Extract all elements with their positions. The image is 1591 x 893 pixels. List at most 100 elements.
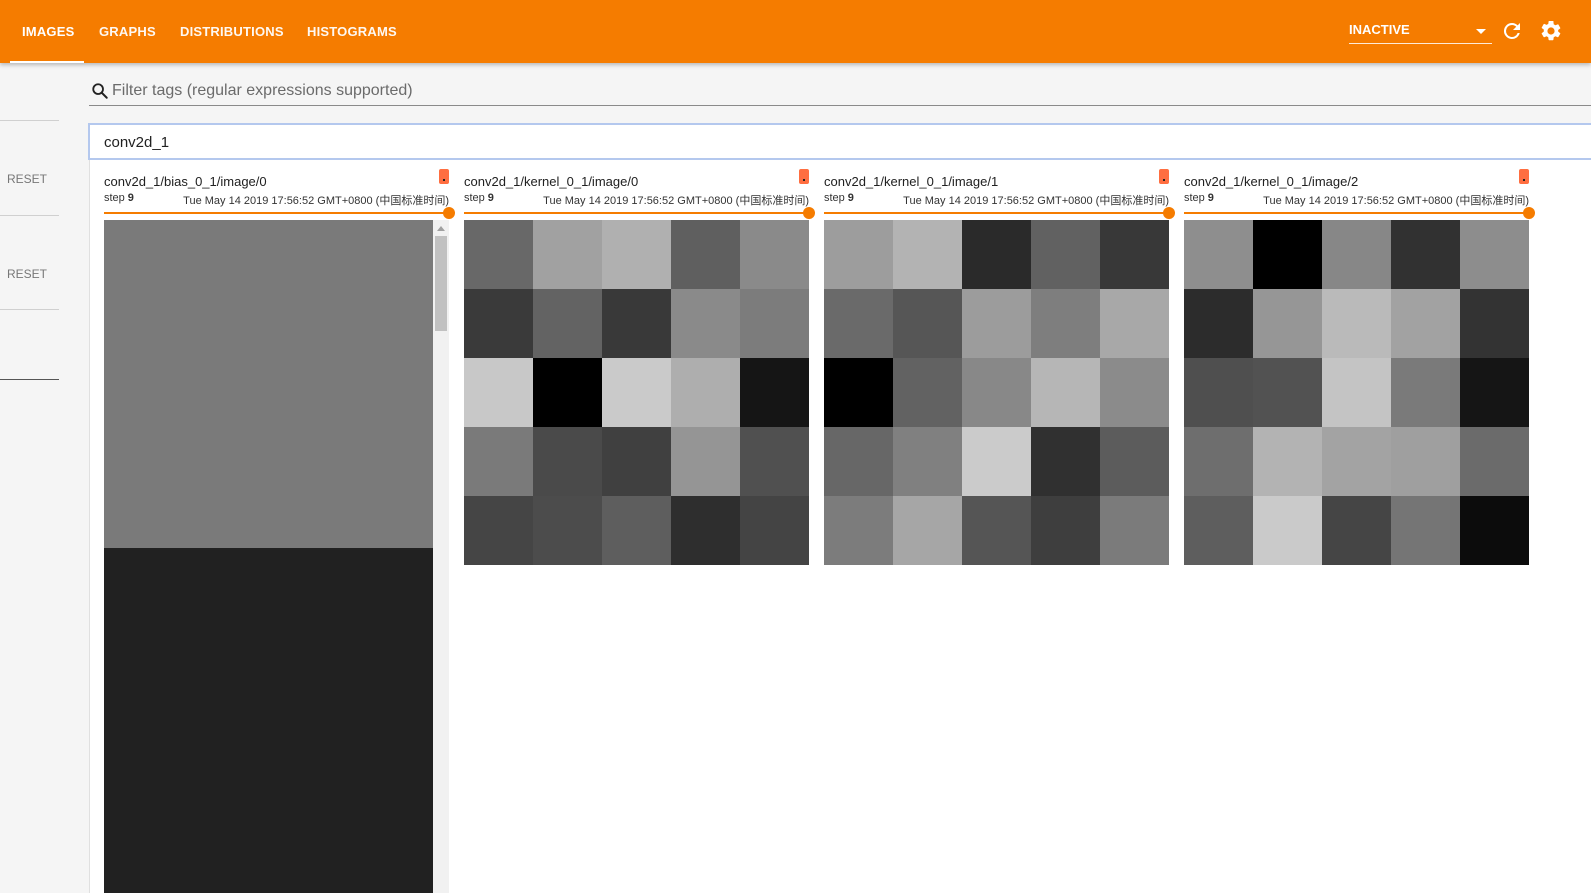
step-label: step 9 (824, 192, 854, 204)
image-pixel (671, 427, 740, 496)
scroll-up-arrow-icon[interactable] (437, 226, 445, 231)
tab-graphs[interactable]: GRAPHS (99, 0, 156, 63)
image-pixel (1100, 358, 1169, 427)
image-pixel (1391, 496, 1460, 565)
reload-button[interactable] (1500, 19, 1524, 43)
settings-button[interactable] (1539, 19, 1563, 43)
refresh-icon (1503, 22, 1520, 39)
image-tag: conv2d_1/kernel_0_1/image/1 (824, 174, 999, 189)
step-slider-track[interactable] (464, 212, 809, 214)
image-pixel (1322, 496, 1391, 565)
image-pixel (1253, 358, 1322, 427)
image-pixel (893, 289, 962, 358)
image-pixel (824, 358, 893, 427)
step-slider-knob[interactable] (1523, 207, 1535, 219)
image-pixel (962, 289, 1031, 358)
image-pixel (1460, 289, 1529, 358)
image-pixel (893, 358, 962, 427)
image-pixel (1322, 427, 1391, 496)
timestamp: Tue May 14 2019 17:56:52 GMT+0800 (中国标准时… (1263, 195, 1529, 207)
tab-distributions[interactable]: DISTRIBUTIONS (180, 0, 284, 63)
step-slider-track[interactable] (104, 212, 449, 214)
image-pixel (1031, 289, 1100, 358)
image-pixel (1460, 358, 1529, 427)
image-pixel (1100, 427, 1169, 496)
image-pixel-block (104, 220, 433, 548)
image-pixel (1460, 496, 1529, 565)
image-pixel (893, 496, 962, 565)
reset-button[interactable]: RESET (7, 172, 47, 186)
image-pixel (464, 496, 533, 565)
timestamp: Tue May 14 2019 17:56:52 GMT+0800 (中国标准时… (543, 195, 809, 207)
image-pixel (671, 289, 740, 358)
image-pixel (1322, 289, 1391, 358)
actual-size-toggle-icon[interactable] (799, 169, 809, 184)
image-pixel (893, 220, 962, 289)
step-slider-knob[interactable] (803, 207, 815, 219)
image-content (1184, 220, 1529, 565)
image-pixel (1184, 358, 1253, 427)
image-pixel (602, 427, 671, 496)
sidebar-divider (0, 309, 59, 310)
image-pixel (464, 289, 533, 358)
image-pixel (1100, 289, 1169, 358)
step-slider-track[interactable] (824, 212, 1169, 214)
image-pixel (962, 220, 1031, 289)
image-pixel (1253, 220, 1322, 289)
image-pixel (740, 220, 809, 289)
image-pixel (1031, 220, 1100, 289)
inactive-dashboards-dropdown[interactable]: INACTIVE (1349, 18, 1492, 44)
tag-filter-bar (89, 63, 1591, 106)
image-pixel (1391, 289, 1460, 358)
reset-button[interactable]: RESET (7, 267, 47, 281)
image-content (824, 220, 1169, 565)
tag-group-header[interactable]: conv2d_1 (88, 123, 1591, 160)
search-icon (92, 83, 108, 99)
image-pixel (1391, 220, 1460, 289)
image-pixel (1184, 427, 1253, 496)
image-pixel (1184, 220, 1253, 289)
image-pixel (824, 496, 893, 565)
tag-filter-input[interactable] (112, 80, 1212, 102)
image-pixel (464, 427, 533, 496)
step-slider-knob[interactable] (1163, 207, 1175, 219)
active-tab-indicator (10, 61, 84, 63)
image-tag: conv2d_1/kernel_0_1/image/0 (464, 174, 639, 189)
tab-histograms[interactable]: HISTOGRAMS (307, 0, 397, 63)
image-pixel (533, 220, 602, 289)
actual-size-toggle-icon[interactable] (439, 169, 449, 184)
caret-down-icon (1476, 29, 1486, 34)
image-pixel-block (104, 548, 433, 893)
timestamp: Tue May 14 2019 17:56:52 GMT+0800 (中国标准时… (183, 195, 449, 207)
image-tag: conv2d_1/bias_0_1/image/0 (104, 174, 267, 189)
image-tag: conv2d_1/kernel_0_1/image/2 (1184, 174, 1359, 189)
scrollbar-thumb[interactable] (435, 236, 447, 331)
image-pixel (1322, 358, 1391, 427)
image-pixel (671, 496, 740, 565)
step-slider-knob[interactable] (443, 207, 455, 219)
actual-size-toggle-icon[interactable] (1159, 169, 1169, 184)
image-pixel (1031, 427, 1100, 496)
timestamp: Tue May 14 2019 17:56:52 GMT+0800 (中国标准时… (903, 195, 1169, 207)
gear-icon (1541, 20, 1561, 41)
image-content (104, 220, 433, 893)
image-pixel (602, 358, 671, 427)
image-pixel (1184, 496, 1253, 565)
step-slider-track[interactable] (1184, 212, 1529, 214)
image-pixel (740, 358, 809, 427)
image-pixel (962, 427, 1031, 496)
image-pixel (602, 496, 671, 565)
sidebar-divider (0, 379, 59, 380)
sidebar: RESET RESET (0, 63, 89, 893)
top-app-bar: IMAGES GRAPHS DISTRIBUTIONS HISTOGRAMS I… (0, 0, 1591, 63)
actual-size-toggle-icon[interactable] (1519, 169, 1529, 184)
image-scrollbar[interactable] (433, 220, 449, 893)
image-pixel (533, 427, 602, 496)
image-pixel (1460, 220, 1529, 289)
image-pixel (1100, 496, 1169, 565)
image-pixel (1391, 427, 1460, 496)
image-pixel (1391, 358, 1460, 427)
tab-images[interactable]: IMAGES (22, 0, 74, 63)
image-pixel (740, 427, 809, 496)
image-pixel (740, 289, 809, 358)
